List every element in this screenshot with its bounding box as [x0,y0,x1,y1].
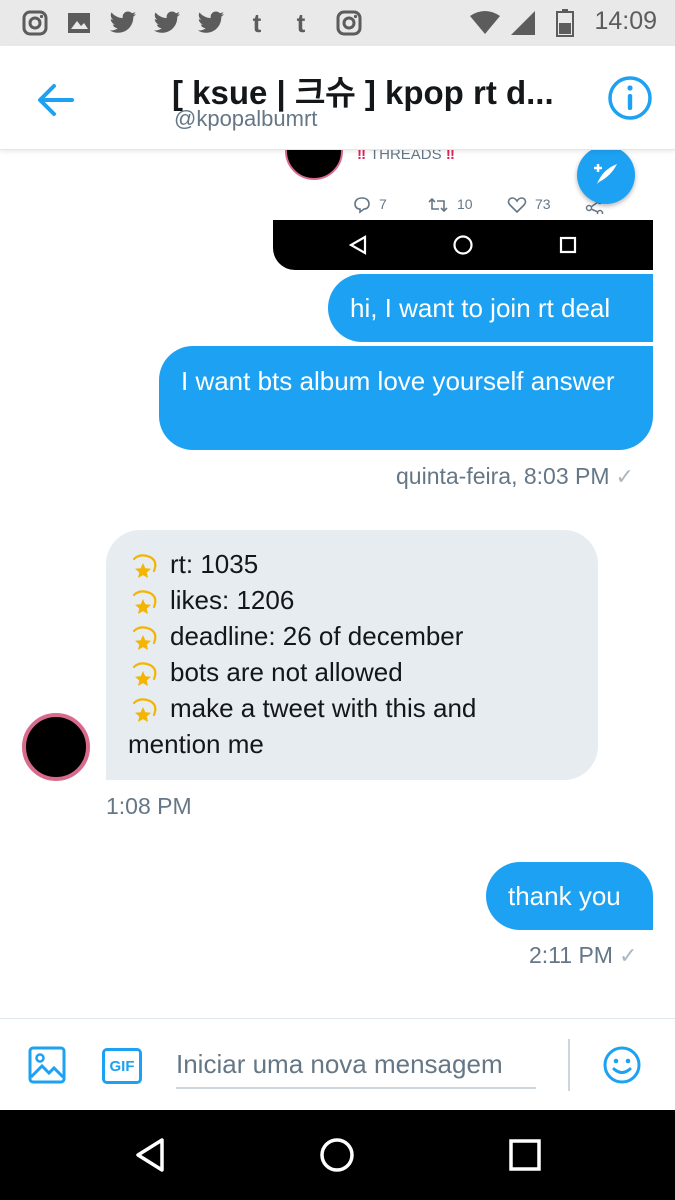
message-line-text: bots are not allowed [170,657,403,687]
back-nav-icon[interactable] [128,1132,174,1178]
dizzy-star-icon [130,695,160,725]
retweet-icon [427,196,449,217]
message-line: rt: 1035 [128,546,576,582]
message-composer: GIF [0,1018,675,1110]
emoji-icon[interactable] [602,1045,642,1085]
status-bar: t t 14:09 [0,0,675,46]
tumblr-icon: t [296,7,306,38]
dizzy-star-icon [130,587,160,617]
message-line: likes: 1206 [128,582,576,618]
dizzy-star-icon [130,659,160,689]
message-timestamp: 2:11 PM ✓ [529,942,638,968]
message-bubble-sent[interactable]: hi, I want to join rt deal [328,274,653,342]
back-nav-icon [348,235,367,255]
compose-icon [577,150,635,204]
embedded-tweet-text: ‼ THREADS ‼ [357,150,455,163]
twitter-icon [108,8,138,38]
dizzy-star-icon [130,623,160,653]
message-input[interactable] [176,1041,536,1089]
wifi-icon [468,8,502,38]
tumblr-icon: t [252,7,262,38]
home-nav-icon[interactable] [314,1132,360,1178]
message-line: deadline: 26 of december [128,618,576,654]
message-text: thank you [508,881,621,911]
retweet-count: 10 [457,196,473,212]
message-text: I want bts album love yourself answer [181,366,615,396]
message-bubble-sent[interactable]: I want bts album love yourself answer [159,346,653,450]
user-handle: @kpopalbumrt [174,106,318,131]
tweet-actions: 7 10 73 [353,194,613,217]
read-check-icon: ✓ [618,943,638,968]
like-count: 73 [535,196,551,212]
gif-button[interactable]: GIF [102,1048,142,1084]
embedded-tweet: ‼ THREADS ‼ 7 10 73 [273,150,653,220]
android-nav-bar [0,1110,675,1200]
twitter-icon [196,8,226,38]
like-icon [507,196,527,217]
battery-icon [550,8,580,38]
twitter-icon [152,8,182,38]
conversation-header: [ ksue | 크슈 ] kpop rt d... @kpopalbumrt [0,46,675,150]
message-line: bots are not allowed [128,654,576,690]
message-line: mention me [128,729,264,759]
shared-screenshot[interactable]: ‼ THREADS ‼ 7 10 73 [273,150,653,270]
message-bubble-received[interactable]: rt: 1035 likes: 1206 deadline: 26 of decem… [106,530,598,780]
signal-icon [508,8,538,38]
embedded-nav-bar [273,220,653,270]
read-check-icon: ✓ [615,464,634,489]
dizzy-star-icon [130,551,160,581]
message-text: hi, I want to join rt deal [350,293,611,323]
message-line-text: rt: 1035 [170,549,259,579]
divider [568,1039,570,1091]
recents-nav-icon [559,236,577,254]
message-line-text: deadline: 26 of december [170,621,464,651]
image-icon[interactable] [28,1046,66,1084]
message-bubble-sent[interactable]: thank you [486,862,653,930]
reply-count: 7 [379,196,387,212]
message-timestamp: 1:08 PM [106,793,192,819]
reply-icon [353,196,371,217]
message-line-text: likes: 1206 [170,585,295,615]
avatar [285,150,343,180]
info-icon[interactable] [606,74,654,122]
message-lines: rt: 1035 likes: 1206 deadline: 26 of decem… [128,546,576,726]
message-line: make a tweet with this and [128,690,576,726]
back-arrow-icon[interactable] [30,78,84,122]
status-time: 14:09 [594,7,657,35]
avatar[interactable] [22,713,90,781]
message-line-text: make a tweet with this and [170,693,477,723]
instagram-icon [20,8,50,38]
message-timestamp: quinta-feira, 8:03 PM ✓ [396,463,634,489]
instagram-icon [334,8,364,38]
recents-nav-icon[interactable] [502,1132,548,1178]
home-nav-icon [453,235,473,255]
image-icon [64,8,94,38]
